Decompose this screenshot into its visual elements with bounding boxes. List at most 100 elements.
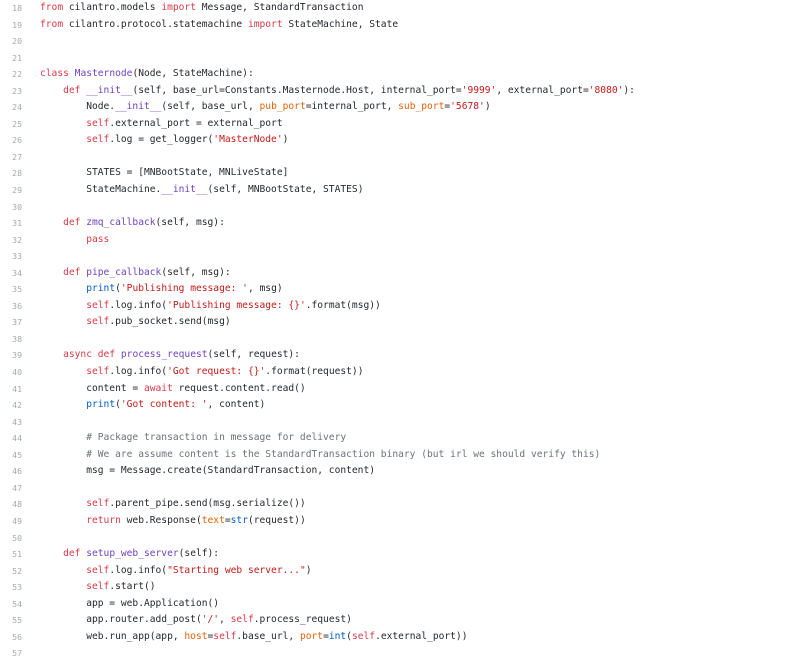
code-text: content = await request.content.read(): [22, 381, 306, 398]
code-token: content =: [40, 382, 144, 394]
code-token: , external_port=: [496, 84, 589, 96]
code-token: 'Publishing message: {}': [167, 299, 306, 311]
code-line: 49 return web.Response(text=str(request)…: [0, 513, 800, 530]
code-text: from cilantro.protocol.statemachine impo…: [22, 17, 398, 34]
line-number: 48: [12, 499, 22, 510]
code-token: self: [230, 614, 254, 626]
code-line: 27: [0, 149, 800, 166]
code-line: 45 # We are assume content is the Standa…: [0, 447, 800, 464]
code-token: pub_port: [259, 101, 306, 113]
code-line: 28 STATES = [MNBootState, MNLiveState]: [0, 165, 800, 182]
code-token: def: [63, 266, 81, 278]
code-token: self: [351, 630, 376, 642]
code-token: ):: [623, 84, 635, 96]
code-text: async def process_request(self, request)…: [22, 347, 300, 364]
code-line: 29 StateMachine.__init__(self, MNBootSta…: [0, 182, 800, 199]
code-token: .base_url,: [236, 630, 300, 642]
line-number: 52: [12, 565, 22, 576]
code-line: 41 content = await request.content.read(…: [0, 381, 800, 398]
line-number: 43: [12, 416, 22, 427]
code-token: StateMachine, State: [282, 18, 399, 30]
line-number: 38: [12, 333, 22, 344]
line-number: 42: [12, 400, 22, 411]
code-text: def setup_web_server(self):: [22, 546, 219, 563]
code-token: from: [40, 18, 64, 30]
code-token: .pub_socket.send(msg): [109, 316, 231, 328]
code-text: from cilantro.models import Message, Sta…: [22, 0, 363, 17]
line-number: 35: [12, 284, 22, 295]
code-token: self: [86, 498, 110, 510]
code-token: STATES = [MNBootState, MNLiveState]: [40, 167, 289, 179]
code-token: pipe_callback: [86, 266, 162, 278]
code-text: pass: [22, 232, 109, 249]
code-token: ): [282, 134, 289, 146]
line-number: 21: [12, 52, 22, 63]
code-token: StateMachine.: [40, 184, 162, 196]
code-text: self.start(): [22, 579, 155, 596]
code-token: # Package transaction in message for del…: [86, 432, 347, 444]
code-token: process_request: [120, 349, 208, 361]
code-token: .log.info(: [109, 366, 168, 378]
code-token: print: [86, 399, 116, 411]
code-line: 56 web.run_app(app, host=self.base_url, …: [0, 629, 800, 646]
code-token: # We are assume content is the StandardT…: [86, 448, 601, 460]
line-number: 23: [12, 85, 22, 96]
code-text: msg = Message.create(StandardTransaction…: [22, 463, 375, 480]
code-token: ): [484, 101, 491, 113]
code-line: 35 print('Publishing message: ', msg): [0, 281, 800, 298]
code-text: Node.__init__(self, base_url, pub_port=i…: [22, 99, 491, 116]
code-text: self.log.info('Publishing message: {}'.f…: [22, 298, 381, 315]
code-text: self.log.info("Starting web server..."): [22, 563, 311, 580]
line-number: 46: [12, 466, 22, 477]
code-token: self: [86, 581, 110, 593]
code-token: ,: [219, 614, 231, 626]
code-token: zmq_callback: [86, 217, 156, 229]
code-token: self: [86, 316, 110, 328]
line-number: 25: [12, 118, 22, 129]
line-number: 39: [12, 350, 22, 361]
line-number: 57: [12, 648, 22, 659]
code-token: msg = Message.create(StandardTransaction…: [40, 465, 376, 477]
code-token: 'Publishing message: ': [120, 283, 248, 295]
code-token: 'MasterNode': [213, 134, 283, 146]
code-line: 32 pass: [0, 232, 800, 249]
code-line: 20: [0, 33, 800, 50]
line-number: 31: [12, 218, 22, 229]
code-text: class Masternode(Node, StateMachine):: [22, 66, 254, 83]
code-viewer: 18 from cilantro.models import Message, S…: [0, 0, 800, 664]
line-number: 24: [12, 102, 22, 113]
code-token: sub_port: [398, 101, 445, 113]
code-token: , msg): [247, 283, 283, 295]
code-text: print('Publishing message: ', msg): [22, 281, 283, 298]
code-text: web.run_app(app, host=self.base_url, por…: [22, 629, 467, 646]
code-token: self: [86, 564, 110, 576]
code-text: def zmq_callback(self, msg):: [22, 215, 225, 232]
code-token: web.Response(: [120, 514, 202, 526]
code-token: setup_web_server: [86, 548, 179, 560]
code-token: import: [247, 18, 283, 30]
code-text: StateMachine.__init__(self, MNBootState,…: [22, 182, 363, 199]
line-number: 28: [12, 168, 22, 179]
code-token: (Node, StateMachine):: [132, 68, 254, 80]
code-token: print: [86, 283, 116, 295]
line-number: 54: [12, 598, 22, 609]
code-token: __init__: [115, 101, 162, 113]
code-text: print('Got content: ', content): [22, 397, 265, 414]
code-token: '5678': [450, 101, 485, 113]
code-line: 51 def setup_web_server(self):: [0, 546, 800, 563]
code-token: "Starting web server...": [167, 564, 306, 576]
line-number: 40: [12, 367, 22, 378]
code-token: import: [161, 2, 196, 13]
code-text: # We are assume content is the StandardT…: [22, 447, 600, 464]
code-token: web.run_app(app,: [40, 630, 185, 642]
code-token: , content): [207, 399, 266, 411]
code-line: 34 def pipe_callback(self, msg):: [0, 265, 800, 282]
